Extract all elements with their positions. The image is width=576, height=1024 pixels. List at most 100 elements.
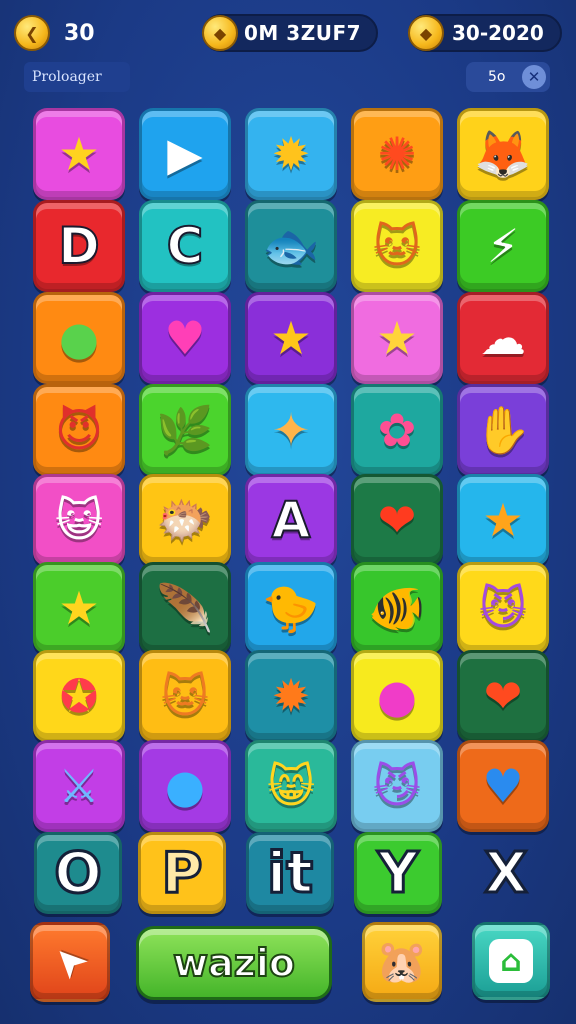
grid-tile[interactable]: ⚡ — [457, 200, 549, 292]
play-button[interactable]: wazio — [136, 926, 332, 1000]
red-fish-icon: 🐠 — [368, 581, 426, 635]
yellow-cat-icon: 😸 — [267, 759, 315, 813]
ring-tile[interactable]: O — [34, 832, 122, 914]
white-cat-icon: 😺 — [55, 493, 103, 547]
star-icon: ★ — [270, 311, 312, 365]
grid-tile[interactable]: ● — [33, 292, 125, 384]
grid-tile[interactable]: ♥ — [139, 292, 231, 384]
star-icon: ★ — [482, 493, 524, 547]
letter-a-icon: A — [271, 491, 312, 549]
letter-y-tile[interactable]: Y — [354, 832, 442, 914]
yellow-star-face-icon: ★ — [58, 581, 100, 635]
grid-tile[interactable]: ✦ — [245, 384, 337, 476]
level-counter[interactable]: ❮ 30 — [14, 14, 104, 52]
grid-tile[interactable]: 🐱 — [139, 650, 231, 742]
grid-tile[interactable]: ★ — [33, 562, 125, 654]
grid-tile[interactable]: ✿ — [351, 384, 443, 476]
grid-tile[interactable]: ★ — [245, 292, 337, 384]
gems-value: 30-2020 — [452, 21, 544, 45]
mascot-button[interactable]: 🐹 — [362, 922, 442, 1002]
letter-x-tile[interactable]: X — [462, 832, 550, 914]
coins-counter[interactable]: ◆ 0M 3ZUF7 — [202, 14, 378, 52]
rainbow-bolt-icon: ⚡ — [486, 219, 520, 273]
leaf-icon: 🌿 — [156, 403, 214, 457]
profile-label[interactable]: Proloager — [24, 62, 130, 92]
arrow-icon: ➤ — [41, 933, 99, 991]
close-icon[interactable]: ✕ — [522, 65, 546, 89]
letter-p-tile[interactable]: P — [138, 832, 226, 914]
grid-tile[interactable]: ⚔ — [33, 740, 125, 832]
top-bar: ❮ 30 ◆ 0M 3ZUF7 ◆ 30-2020 — [0, 8, 576, 56]
grid-tile[interactable]: ✪ — [33, 650, 125, 742]
letter-p-icon: P — [160, 839, 204, 907]
mascot-icon: 🐹 — [375, 937, 429, 986]
back-coin-icon[interactable]: ❮ — [14, 15, 50, 51]
blue-heart-icon: ♥ — [482, 759, 524, 813]
home-button[interactable]: ⌂ — [472, 922, 550, 1000]
grid-tile[interactable]: ● — [139, 740, 231, 832]
grid-tile[interactable]: 🪶 — [139, 562, 231, 654]
star-icon: ★ — [58, 127, 100, 181]
grid-tile[interactable]: 🐱 — [351, 200, 443, 292]
slime-icon: ● — [58, 311, 100, 365]
bomb-icon: ● — [164, 759, 206, 813]
grid-tile[interactable]: ★ — [33, 108, 125, 200]
blue-fish-icon: 🐡 — [156, 493, 214, 547]
heart-icon: ♥ — [164, 311, 206, 365]
cat-face-icon: 🐱 — [373, 219, 421, 273]
hand-icon: ✋ — [474, 403, 532, 457]
grid-tile[interactable]: C — [139, 200, 231, 292]
coin-icon: ◆ — [408, 15, 444, 51]
fish-icon: 🐟 — [262, 219, 320, 273]
count-value: 5o — [488, 69, 506, 85]
coins-value: 0M 3ZUF7 — [244, 21, 362, 45]
grid-tile[interactable]: ✺ — [351, 108, 443, 200]
monster-icon: ✿ — [377, 403, 417, 457]
cookie-icon: ✦ — [271, 403, 311, 457]
star-face-icon: ★ — [376, 311, 418, 365]
grid-tile[interactable]: 🐡 — [139, 474, 231, 566]
pink-slime-icon: ● — [376, 669, 418, 723]
letter-y-icon: Y — [376, 839, 420, 907]
grid-tile[interactable]: ✹ — [245, 108, 337, 200]
grid-tile[interactable]: 😈 — [33, 384, 125, 476]
grid-tile[interactable]: ● — [351, 650, 443, 742]
purple-cat-icon: 😼 — [373, 759, 421, 813]
letters-it-icon: it — [266, 839, 315, 907]
feather-icon: 🪶 — [156, 581, 214, 635]
home-icon: ⌂ — [489, 939, 533, 983]
hook-icon: C — [166, 217, 205, 275]
grid-tile[interactable]: D — [33, 200, 125, 292]
grid-tile[interactable]: 🐠 — [351, 562, 443, 654]
grid-tile[interactable]: ☁ — [457, 292, 549, 384]
grid-tile[interactable]: ❤ — [457, 650, 549, 742]
grid-tile[interactable]: ♥ — [457, 740, 549, 832]
grid-tile[interactable]: ★ — [457, 474, 549, 566]
play-icon: ▶ — [167, 127, 203, 181]
grid-tile[interactable]: 🦊 — [457, 108, 549, 200]
grid-tile[interactable]: 😸 — [245, 740, 337, 832]
gems-counter[interactable]: ◆ 30-2020 — [408, 14, 562, 52]
grid-tile[interactable]: 😺 — [33, 474, 125, 566]
grid-tile[interactable]: 🌿 — [139, 384, 231, 476]
fox-face-icon: 🦊 — [474, 127, 532, 181]
sun-icon: ✺ — [377, 127, 417, 181]
grid-tile[interactable]: 😼 — [351, 740, 443, 832]
grid-tile[interactable]: ❤ — [351, 474, 443, 566]
grid-tile[interactable]: 🐤 — [245, 562, 337, 654]
letters-it-tile[interactable]: it — [246, 832, 334, 914]
grid-tile[interactable]: ▶ — [139, 108, 231, 200]
star-play-icon: ✪ — [59, 669, 99, 723]
letter-x-icon: X — [483, 839, 529, 907]
count-pill[interactable]: 5o ✕ — [466, 62, 550, 92]
grid-tile[interactable]: 🐟 — [245, 200, 337, 292]
orange-monster-icon: ✹ — [271, 669, 311, 723]
purple-cat-icon: 😼 — [479, 581, 527, 635]
grid-tile[interactable]: ✹ — [245, 650, 337, 742]
grid-tile[interactable]: 😼 — [457, 562, 549, 654]
grid-tile[interactable]: ✋ — [457, 384, 549, 476]
arrow-button[interactable]: ➤ — [30, 922, 110, 1002]
grid-tile[interactable]: A — [245, 474, 337, 566]
grid-tile[interactable]: ★ — [351, 292, 443, 384]
sword-icon: ⚔ — [58, 759, 100, 813]
